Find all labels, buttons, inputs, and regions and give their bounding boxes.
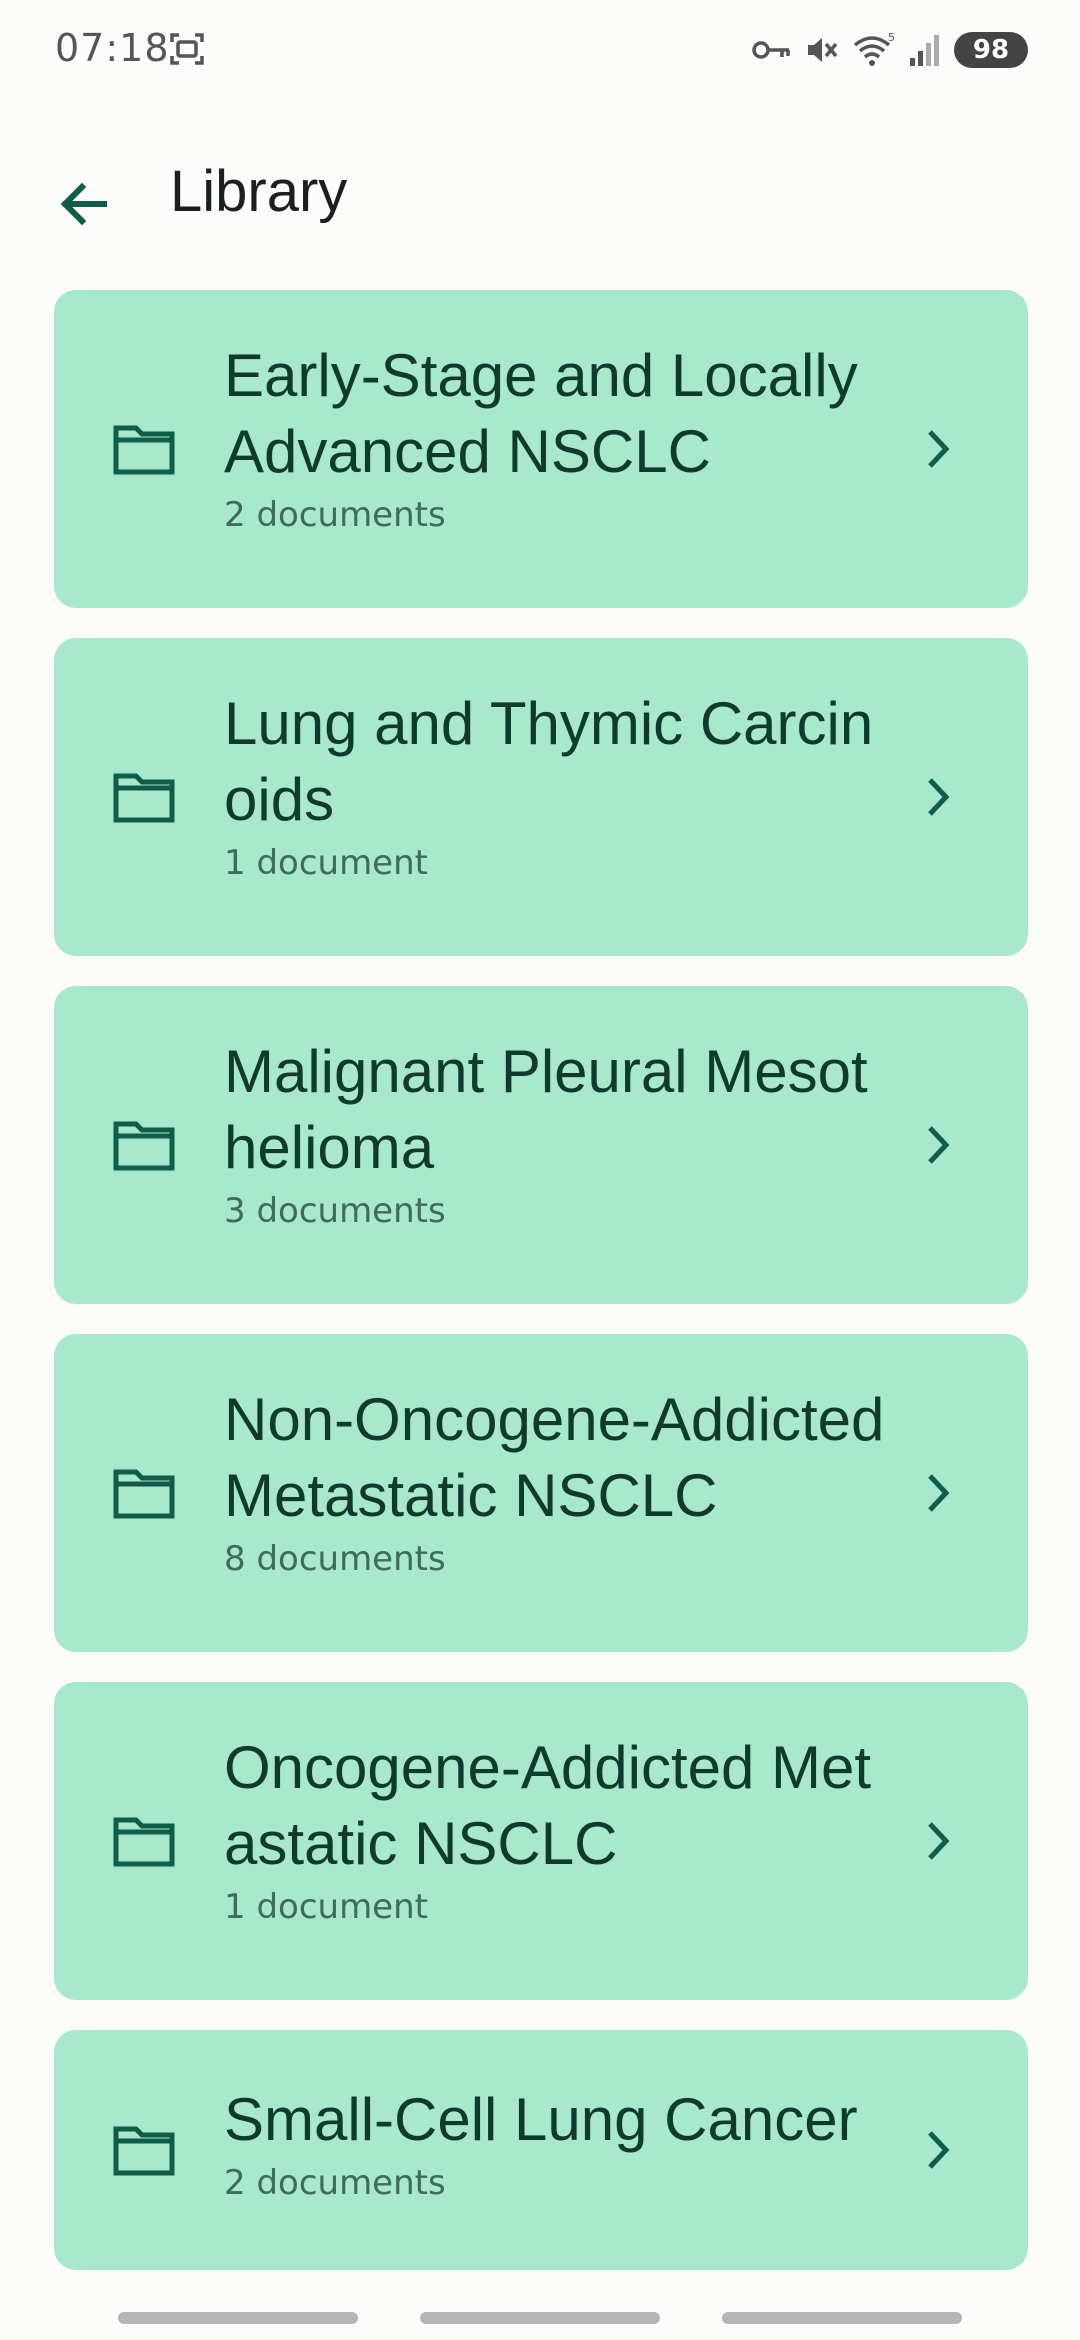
battery-indicator: 98 bbox=[954, 32, 1028, 68]
folder-title: Non-Oncogene-Addicted Metastatic NSCLC bbox=[224, 1386, 885, 1529]
folder-icon bbox=[113, 2126, 175, 2176]
folder-icon bbox=[113, 1817, 175, 1867]
folder-list: Early-Stage and Locally Advanced NSCLC 2… bbox=[54, 290, 1028, 2300]
chevron-right-icon bbox=[928, 2131, 950, 2169]
chevron-right-icon bbox=[928, 1822, 950, 1860]
page-title: Library bbox=[170, 159, 348, 224]
folder-document-count: 2 documents bbox=[224, 2163, 446, 2203]
bottom-nav-handle bbox=[722, 2312, 962, 2324]
chevron-right-icon bbox=[928, 430, 950, 468]
wifi-icon: 5 bbox=[852, 31, 896, 69]
folder-icon bbox=[113, 425, 175, 475]
arrow-left-icon bbox=[60, 182, 107, 226]
chevron-right-icon bbox=[928, 1126, 950, 1164]
folder-card[interactable]: Non-Oncogene-Addicted Metastatic NSCLC 8… bbox=[54, 1334, 1028, 1652]
folder-document-count: 3 documents bbox=[224, 1191, 446, 1231]
chevron-right-icon bbox=[928, 778, 950, 816]
folder-card[interactable]: Malignant Pleural Mesothelioma 3 documen… bbox=[54, 986, 1028, 1304]
folder-document-count: 1 document bbox=[224, 843, 428, 883]
signal-icon bbox=[908, 32, 942, 68]
folder-card[interactable]: Oncogene-Addicted Metastatic NSCLC 1 doc… bbox=[54, 1682, 1028, 2000]
mute-icon bbox=[804, 32, 840, 68]
vpn-key-icon bbox=[752, 36, 792, 64]
folder-title: Early-Stage and Locally Advanced NSCLC bbox=[224, 342, 858, 485]
folder-title: Small-Cell Lung Cancer bbox=[224, 2086, 858, 2153]
folder-title: Malignant Pleural Mesothelioma bbox=[224, 1038, 868, 1181]
status-bar: 07:18 5 98 bbox=[0, 0, 1080, 100]
folder-card[interactable]: Early-Stage and Locally Advanced NSCLC 2… bbox=[54, 290, 1028, 608]
folder-title: Oncogene-Addicted Metastatic NSCLC bbox=[224, 1734, 872, 1877]
folder-title: Lung and Thymic Carcinoids bbox=[224, 690, 874, 833]
folder-document-count: 8 documents bbox=[224, 1539, 446, 1579]
bottom-nav-handle bbox=[420, 2312, 660, 2324]
app-bar: Library bbox=[0, 130, 1080, 260]
folder-card[interactable]: Small-Cell Lung Cancer 2 documents bbox=[54, 2030, 1028, 2270]
folder-document-count: 1 document bbox=[224, 1887, 428, 1927]
folder-document-count: 2 documents bbox=[224, 495, 446, 535]
back-button[interactable] bbox=[40, 160, 128, 248]
status-time: 07:18 bbox=[55, 26, 170, 70]
bottom-nav-handle bbox=[118, 2312, 358, 2324]
folder-icon bbox=[113, 1469, 175, 1519]
svg-text:5: 5 bbox=[888, 31, 895, 44]
folder-card[interactable]: Lung and Thymic Carcinoids 1 document bbox=[54, 638, 1028, 956]
chevron-right-icon bbox=[928, 1474, 950, 1512]
folder-icon bbox=[113, 773, 175, 823]
screenshot-icon bbox=[168, 30, 206, 68]
folder-icon bbox=[113, 1121, 175, 1171]
status-icons: 5 98 bbox=[752, 30, 1028, 70]
